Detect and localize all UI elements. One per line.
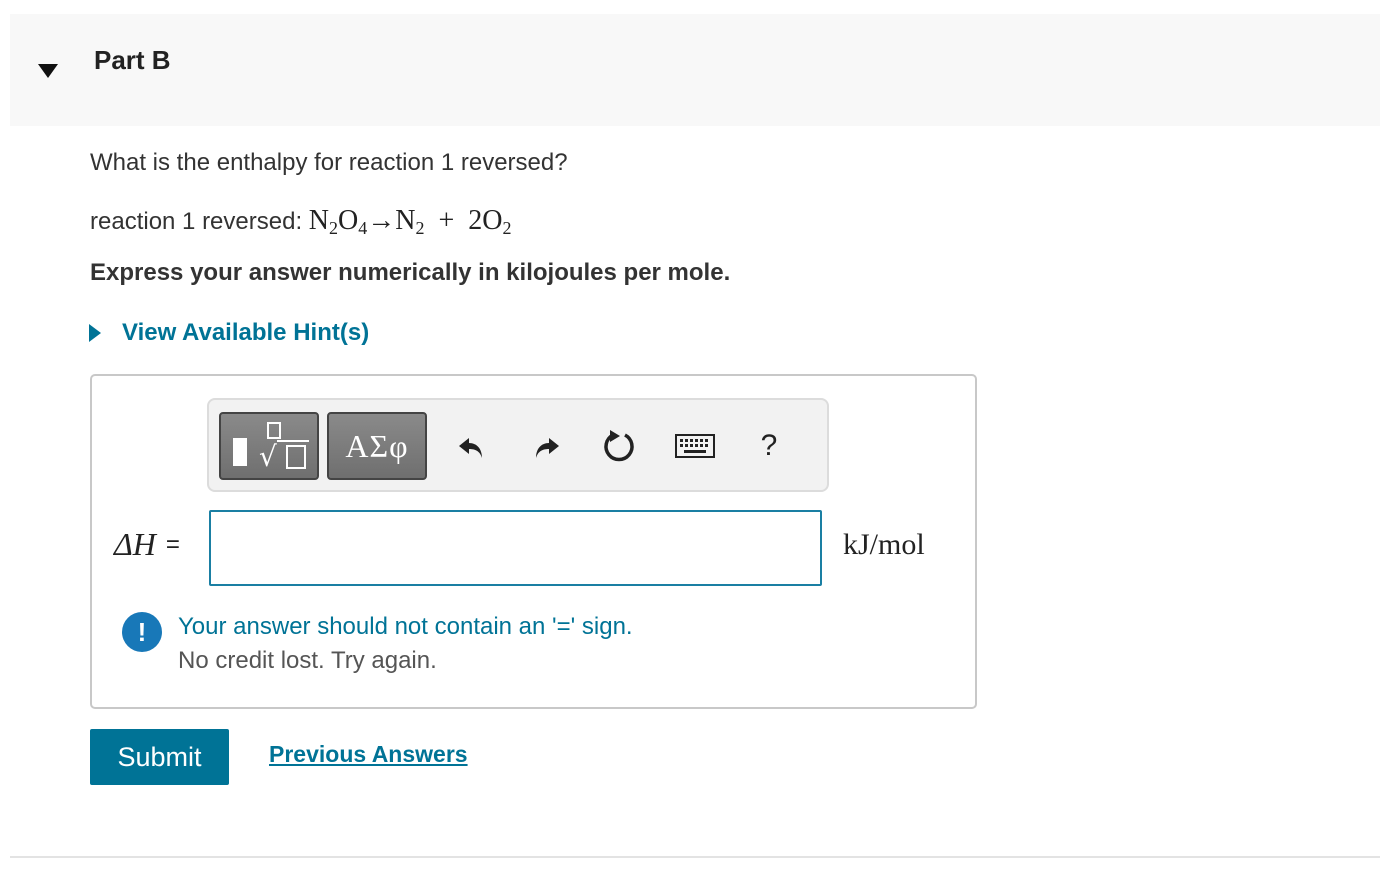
reaction-equation: N2O4→N2 + 2O2 bbox=[308, 205, 512, 238]
divider bbox=[10, 856, 1380, 858]
reset-icon bbox=[604, 430, 634, 462]
delta-h-label: ΔH = bbox=[114, 526, 180, 562]
view-hints-label[interactable]: View Available Hint(s) bbox=[122, 319, 369, 347]
units-label: kJ/mol bbox=[843, 528, 925, 561]
view-hints-toggle[interactable]: View Available Hint(s) bbox=[88, 316, 369, 350]
symbols-button[interactable]: ΑΣφ bbox=[327, 412, 427, 480]
templates-button[interactable]: √ bbox=[219, 412, 319, 480]
question-text: What is the enthalpy for reaction 1 reve… bbox=[90, 149, 568, 176]
keyboard-icon bbox=[675, 434, 715, 458]
keyboard-button[interactable] bbox=[673, 426, 717, 466]
reset-button[interactable] bbox=[599, 426, 639, 466]
undo-icon bbox=[459, 438, 482, 458]
alert-icon: ! bbox=[122, 612, 162, 652]
redo-icon bbox=[536, 438, 559, 458]
part-title: Part B bbox=[94, 45, 171, 75]
math-toolbar: √ ΑΣφ ? bbox=[207, 398, 829, 492]
triangle-down-icon[interactable] bbox=[36, 60, 60, 84]
submit-button[interactable]: Submit bbox=[90, 729, 229, 785]
redo-button[interactable] bbox=[527, 426, 567, 466]
svg-text:√: √ bbox=[259, 440, 277, 473]
previous-answers-link[interactable]: Previous Answers bbox=[269, 741, 468, 768]
feedback-message: Your answer should not contain an '=' si… bbox=[178, 613, 633, 640]
part-header[interactable]: Part B bbox=[10, 14, 1380, 126]
instruction-text: Express your answer numerically in kiloj… bbox=[90, 259, 731, 286]
templates-icon: √ bbox=[233, 422, 309, 473]
help-button[interactable]: ? bbox=[749, 426, 789, 466]
reaction-line: reaction 1 reversed: N2O4→N2 + 2O2 bbox=[90, 205, 512, 244]
answer-input[interactable] bbox=[209, 510, 822, 586]
feedback-subtext: No credit lost. Try again. bbox=[178, 647, 437, 674]
reaction-label: reaction 1 reversed: bbox=[90, 208, 309, 235]
undo-button[interactable] bbox=[451, 426, 491, 466]
answer-box: √ ΑΣφ ? ΔH = kJ/mol ! Your answer should… bbox=[90, 374, 977, 709]
triangle-right-icon bbox=[89, 324, 101, 342]
